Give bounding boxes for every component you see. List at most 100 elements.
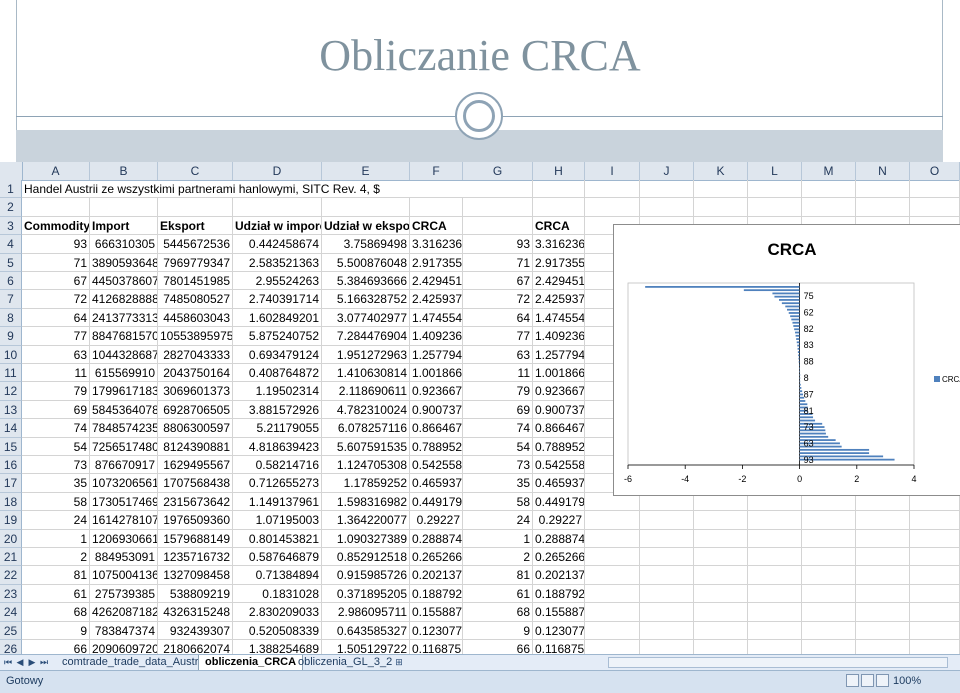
table-cell[interactable]: 8124390881 xyxy=(158,437,233,456)
empty-cell[interactable] xyxy=(640,584,694,604)
empty-cell[interactable] xyxy=(694,584,748,604)
table-cell[interactable]: 4.782310024 xyxy=(322,400,410,420)
table-cell[interactable]: 1614278107 xyxy=(90,511,158,530)
empty-cell[interactable] xyxy=(748,548,802,567)
empty-cell[interactable] xyxy=(802,584,856,604)
table-cell[interactable]: 0.371895205 xyxy=(322,584,410,604)
table-cell[interactable]: 72 xyxy=(22,290,90,309)
table-cell[interactable]: 7801451985 xyxy=(158,272,233,291)
table-cell[interactable]: 7256517480 xyxy=(90,437,158,456)
table-cell[interactable]: 5.500876048 xyxy=(322,253,410,272)
header-cell[interactable]: Udział w ekspor xyxy=(322,216,410,236)
table-cell[interactable]: 666310305 xyxy=(90,235,158,254)
table-cell[interactable]: 1799617183 xyxy=(90,382,158,401)
table-cell[interactable]: 4.818639423 xyxy=(233,437,322,456)
table-cell[interactable]: 3.077402977 xyxy=(322,308,410,328)
table-cell[interactable]: 1.409236 xyxy=(533,327,585,346)
table-cell[interactable]: 4450378607 xyxy=(90,272,158,291)
table-cell[interactable]: 0.542558 xyxy=(410,456,463,475)
row-header[interactable]: 12 xyxy=(0,382,22,401)
empty-cell[interactable] xyxy=(640,529,694,548)
row-header[interactable]: 6 xyxy=(0,272,22,291)
table-cell[interactable]: 0.693479124 xyxy=(233,345,322,364)
table-cell[interactable]: 74 xyxy=(22,419,90,438)
tab-comtrade-trade-data-austria[interactable]: comtrade_trade_data_Austria xyxy=(56,655,213,670)
table-cell[interactable]: 1.07195003 xyxy=(233,511,322,530)
table-cell[interactable]: 876670917 xyxy=(90,456,158,475)
table-cell[interactable]: 1.257794 xyxy=(410,345,463,364)
table-cell[interactable]: 0.449179 xyxy=(533,492,585,512)
table-cell[interactable]: 74 xyxy=(463,419,533,438)
table-cell[interactable]: 0.900737 xyxy=(533,400,585,420)
table-cell[interactable]: 2180662074 xyxy=(158,640,233,654)
last-sheet-icon[interactable]: ⏭ xyxy=(39,655,49,670)
table-cell[interactable]: 884953091 xyxy=(90,548,158,567)
table-cell[interactable]: 11 xyxy=(22,364,90,383)
row-header[interactable]: 21 xyxy=(0,548,22,567)
empty-cell[interactable] xyxy=(910,548,960,567)
row-header[interactable]: 22 xyxy=(0,566,22,585)
row-header[interactable]: 10 xyxy=(0,345,22,364)
empty-cell[interactable] xyxy=(585,180,640,199)
table-cell[interactable]: 0.866467 xyxy=(533,419,585,438)
table-cell[interactable]: 0.923667 xyxy=(410,382,463,401)
empty-cell[interactable] xyxy=(158,198,233,217)
table-cell[interactable]: 3890593648 xyxy=(90,253,158,272)
empty-cell[interactable] xyxy=(694,640,748,654)
header-cell[interactable]: CRCA xyxy=(410,216,463,236)
table-cell[interactable]: 7969779347 xyxy=(158,253,233,272)
empty-cell[interactable] xyxy=(802,198,856,217)
table-cell[interactable]: 5.384693666 xyxy=(322,272,410,291)
table-cell[interactable]: 4326315248 xyxy=(158,603,233,622)
table-cell[interactable]: 0.788952 xyxy=(533,437,585,456)
empty-cell[interactable] xyxy=(910,621,960,640)
table-cell[interactable]: 1206930661 xyxy=(90,529,158,548)
header-cell[interactable]: Udział w imporci xyxy=(233,216,322,236)
table-cell[interactable]: 81 xyxy=(463,566,533,585)
table-cell[interactable]: 7485080527 xyxy=(158,290,233,309)
column-header-o[interactable]: O xyxy=(910,162,960,180)
empty-cell[interactable] xyxy=(910,584,960,604)
table-cell[interactable]: 0.58214716 xyxy=(233,456,322,475)
empty-cell[interactable] xyxy=(694,548,748,567)
table-cell[interactable]: 8806300597 xyxy=(158,419,233,438)
table-cell[interactable]: 1.505129722 xyxy=(322,640,410,654)
table-cell[interactable]: 63 xyxy=(22,345,90,364)
row-header[interactable]: 8 xyxy=(0,308,22,328)
table-cell[interactable]: 64 xyxy=(463,308,533,328)
table-cell[interactable]: 58 xyxy=(463,492,533,512)
table-cell[interactable]: 615569910 xyxy=(90,364,158,383)
table-cell[interactable]: 69 xyxy=(22,400,90,420)
empty-cell[interactable] xyxy=(802,621,856,640)
header-cell[interactable]: Import xyxy=(90,216,158,236)
empty-cell[interactable] xyxy=(910,603,960,622)
table-cell[interactable]: 1.149137961 xyxy=(233,492,322,512)
table-cell[interactable]: 2.917355 xyxy=(533,253,585,272)
table-cell[interactable]: 0.155887 xyxy=(410,603,463,622)
table-cell[interactable]: 67 xyxy=(463,272,533,291)
empty-cell[interactable] xyxy=(463,216,533,236)
table-cell[interactable]: 5445672536 xyxy=(158,235,233,254)
empty-cell[interactable] xyxy=(640,511,694,530)
table-cell[interactable]: 0.116875 xyxy=(533,640,585,654)
empty-cell[interactable] xyxy=(748,603,802,622)
table-cell[interactable]: 24 xyxy=(22,511,90,530)
page-layout-view-icon[interactable] xyxy=(861,674,874,687)
empty-cell[interactable] xyxy=(910,566,960,585)
table-cell[interactable]: 2.830209033 xyxy=(233,603,322,622)
table-cell[interactable]: 2.917355 xyxy=(410,253,463,272)
table-cell[interactable]: 0.542558 xyxy=(533,456,585,475)
row-header[interactable]: 15 xyxy=(0,437,22,456)
tab-obliczenia-crca[interactable]: obliczenia_CRCA xyxy=(198,655,304,671)
table-cell[interactable]: 6928706505 xyxy=(158,400,233,420)
table-cell[interactable]: 2043750164 xyxy=(158,364,233,383)
table-cell[interactable]: 0.202137 xyxy=(533,566,585,585)
table-cell[interactable]: 0.712655273 xyxy=(233,474,322,493)
crca-chart[interactable]: CRCA-6-4-2024756282838888781736393CRCA xyxy=(613,224,960,496)
column-header-l[interactable]: L xyxy=(748,162,802,180)
table-cell[interactable]: 69 xyxy=(463,400,533,420)
table-cell[interactable]: 2 xyxy=(22,548,90,567)
table-cell[interactable]: 0.188792 xyxy=(410,584,463,604)
empty-cell[interactable] xyxy=(856,548,910,567)
empty-cell[interactable] xyxy=(910,640,960,654)
